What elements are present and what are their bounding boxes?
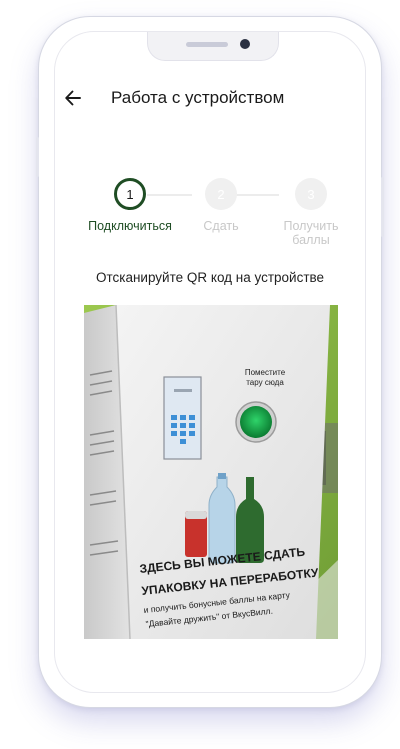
place-container-sign-line2: тару сюда — [246, 378, 284, 387]
step-3-label-line1: Получить — [283, 219, 339, 233]
step-1-circle: 1 — [114, 178, 146, 210]
step-3-label-line2: баллы — [292, 233, 330, 247]
device-photo: Поместите тару сюда ЗДЕСЬ ВЫ МОЖЕТЕ СДАТ… — [84, 305, 338, 639]
app-header: Работа с устройством — [55, 84, 365, 112]
front-camera — [240, 39, 250, 49]
speaker-grille — [186, 42, 228, 47]
page-title: Работа с устройством — [111, 88, 285, 107]
step-1-label: Подключиться — [88, 219, 172, 233]
recycling-machine-illustration: Поместите тару сюда ЗДЕСЬ ВЫ МОЖЕТЕ СДАТ… — [84, 305, 338, 639]
step-2-number: 2 — [217, 186, 225, 202]
step-1-number: 1 — [126, 186, 134, 202]
step-3-label: Получить баллы — [265, 219, 357, 247]
step-connector — [147, 194, 192, 196]
app-screen: Работа с устройством 1 2 3 Подключиться … — [54, 31, 366, 693]
back-button[interactable] — [59, 84, 87, 112]
phone-notch — [147, 32, 279, 61]
arrow-left-icon — [65, 90, 81, 106]
phone-side-button — [36, 137, 39, 177]
phone-frame: Работа с устройством 1 2 3 Подключиться … — [36, 16, 384, 708]
place-container-sign-line1: Поместите — [245, 368, 286, 377]
step-2-label: Сдать — [203, 219, 239, 233]
phone-side-button — [381, 177, 384, 237]
progress-stepper: 1 2 3 Подключиться Сдать Получить баллы — [55, 178, 365, 268]
step-3-number: 3 — [307, 186, 315, 202]
step-3-circle: 3 — [295, 178, 327, 210]
scan-instruction: Отсканируйте QR код на устройстве — [95, 270, 325, 285]
step-2-circle: 2 — [205, 178, 237, 210]
